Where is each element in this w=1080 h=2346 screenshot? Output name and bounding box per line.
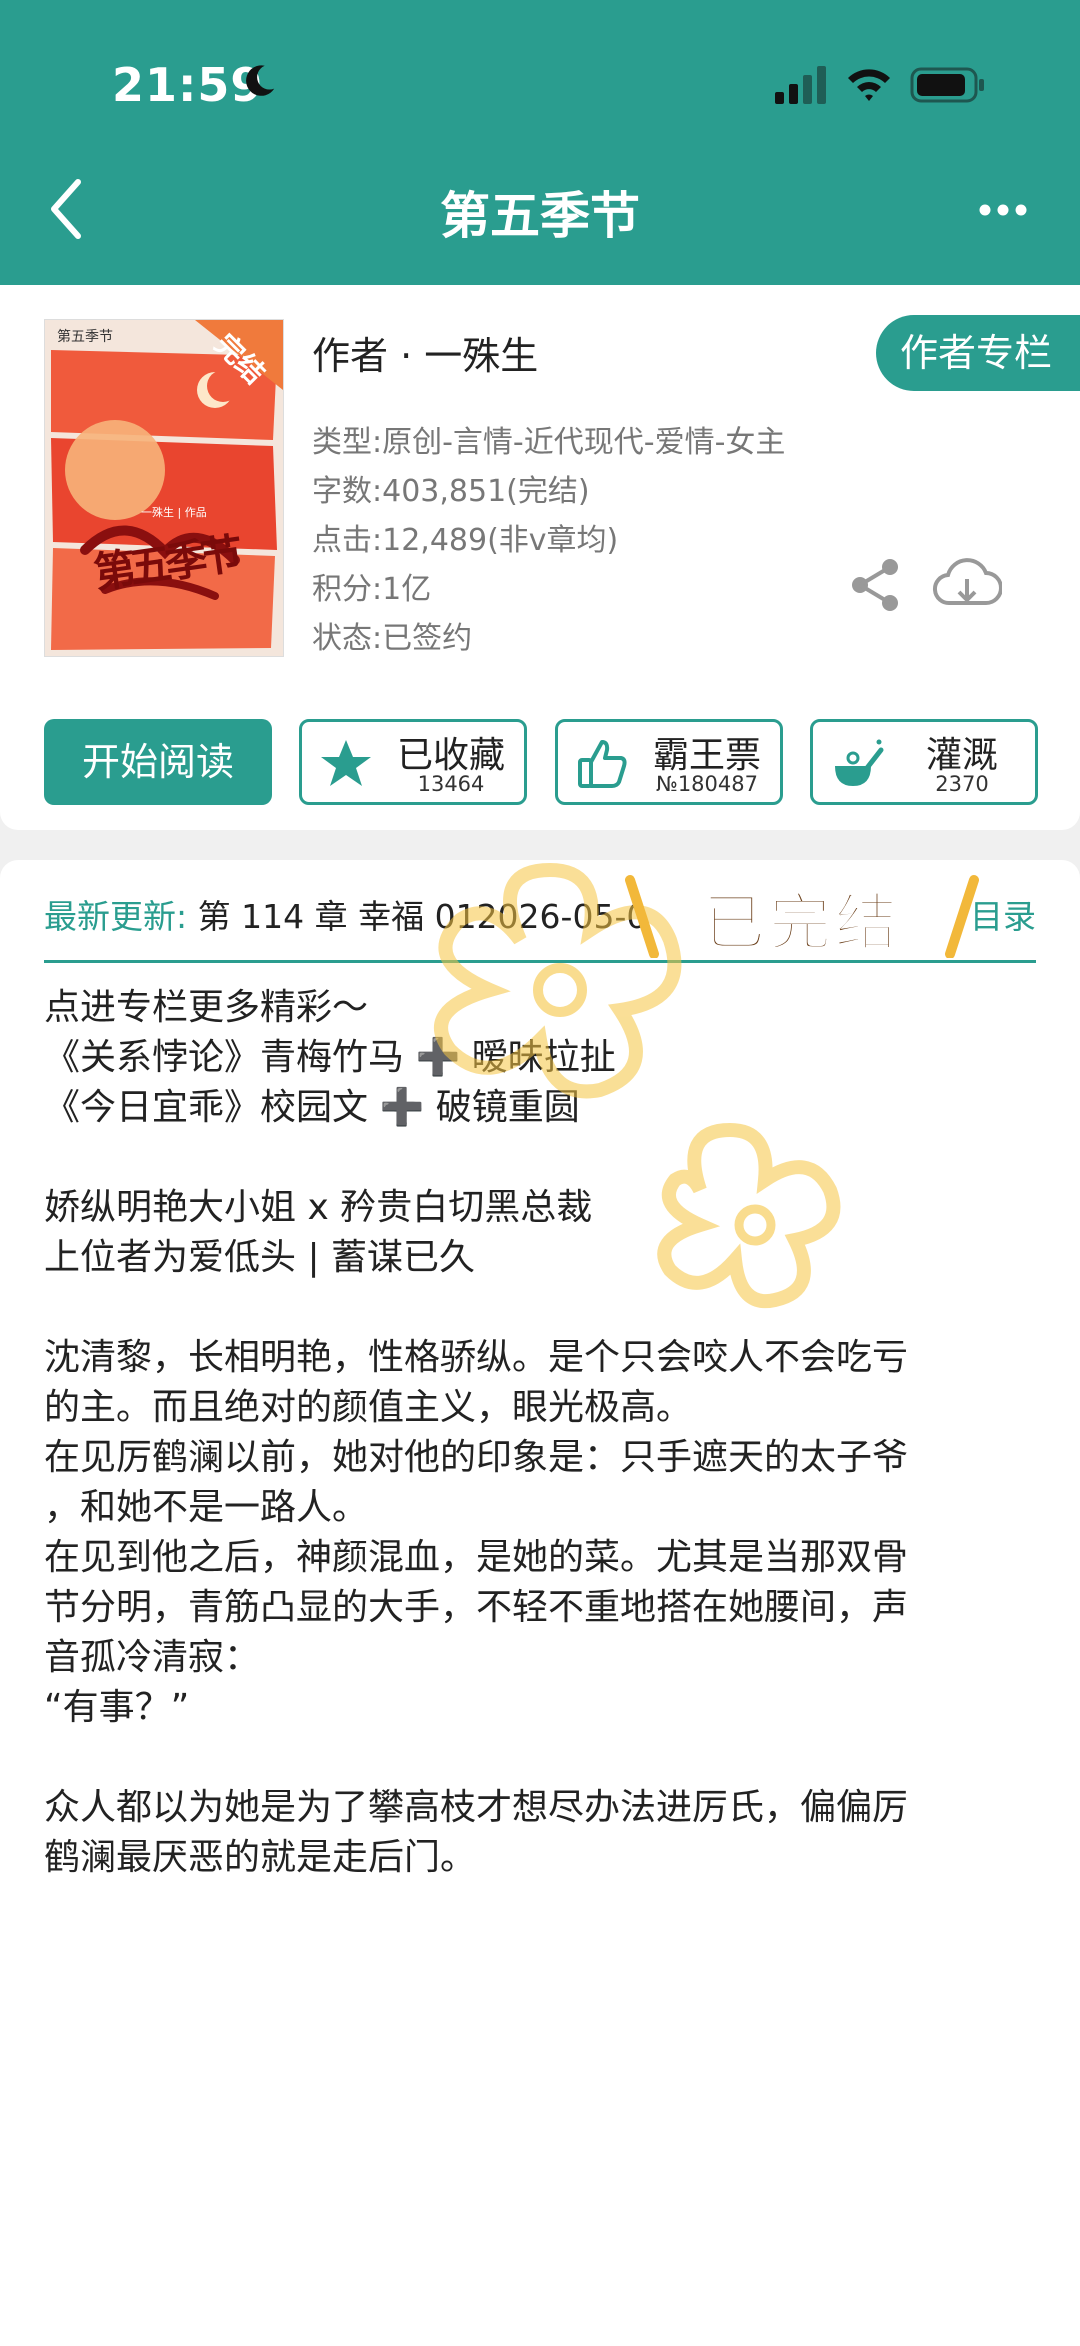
share-icon[interactable] — [848, 557, 904, 613]
description-card: 最新更新: 第 114 章 幸福 012026-05-0 目录 点进专栏更多精彩… — [0, 860, 1080, 2346]
book-type: 类型:原创-言情-近代现代-爱情-女主 — [312, 425, 786, 460]
description-line: 《关系悖论》青梅竹马 ➕ 暧昧拉扯 — [44, 1037, 616, 1078]
thumbs-up-icon — [578, 740, 627, 788]
cloud-download-icon[interactable] — [932, 557, 1002, 613]
book-clicks: 点击:12,489(非v章均) — [312, 523, 619, 558]
water-button[interactable]: 灌溉 2370 — [810, 719, 1038, 805]
description-line: 点进专栏更多精彩～ — [44, 987, 369, 1028]
favorite-count: 13464 — [417, 772, 485, 796]
description-line: 节分明，青筋凸显的大手，不轻不重地搭在她腰间，声 — [44, 1587, 909, 1628]
wifi-icon — [848, 69, 890, 101]
book-info-card: 第五季节 一殊生 | 作品 第五季节 完结 作者 · 一殊生 作者专栏 类型:原… — [0, 285, 1080, 830]
favorite-label: 已收藏 — [396, 735, 505, 776]
water-count: 2370 — [935, 772, 989, 796]
ticket-label: 霸王票 — [652, 735, 761, 776]
ticket-button[interactable]: 霸王票 №180487 — [555, 719, 783, 805]
description-line: ，和她不是一路人。 — [44, 1487, 369, 1528]
signal-icon — [775, 66, 826, 104]
author-name[interactable]: 作者 · 一殊生 — [312, 325, 538, 380]
description-line: “有事？” — [44, 1687, 190, 1728]
description-line: 上位者为爱低头 | 蓄谋已久 — [44, 1237, 476, 1278]
watering-can-icon — [835, 739, 884, 786]
description-line: 的主。而且绝对的颜值主义，眼光极高。 — [44, 1387, 693, 1428]
star-icon — [321, 740, 371, 786]
description-line: 娇纵明艳大小姐 x 矜贵白切黑总裁 — [44, 1187, 593, 1228]
ticket-count: №180487 — [655, 772, 758, 796]
app-header: 21:59 第五季节 — [0, 0, 1080, 285]
start-reading-button[interactable]: 开始阅读 — [44, 719, 272, 805]
book-cover[interactable]: 第五季节 一殊生 | 作品 第五季节 完结 — [44, 319, 284, 657]
book-status: 状态:已签约 — [312, 621, 473, 656]
description-line: 沈清黎，长相明艳，性格骄纵。是个只会咬人不会吃亏 — [44, 1337, 909, 1378]
author-column-button[interactable]: 作者专栏 — [876, 315, 1080, 391]
book-words: 字数:403,851(完结) — [312, 474, 590, 509]
favorite-button[interactable]: 已收藏 13464 — [299, 719, 527, 805]
battery-icon — [910, 67, 984, 103]
description-line: 在见厉鹤澜以前，她对他的印象是：只手遮天的太子爷 — [44, 1437, 909, 1478]
latest-update-label: 最新更新: — [44, 897, 188, 936]
more-icon[interactable] — [978, 196, 1028, 224]
description-line: 在见到他之后，神颜混血，是她的菜。尤其是当那双骨 — [44, 1537, 909, 1578]
moon-icon — [246, 65, 275, 96]
cover-author: 一殊生 | 作品 — [141, 506, 207, 519]
page-title: 第五季节 — [440, 187, 640, 245]
book-points: 积分:1亿 — [312, 572, 432, 607]
description-line: 音孤冷清寂： — [44, 1637, 261, 1678]
cover-title: 第五季节 — [57, 329, 113, 345]
latest-update-text: 第 114 章 幸福 012026-05-0 — [197, 897, 648, 936]
description-line: 众人都以为她是为了攀高枝才想尽办法进厉氏，偏偏厉 — [44, 1787, 909, 1828]
completed-sticker-label: 已完结 — [612, 868, 992, 960]
water-label: 灌溉 — [925, 735, 998, 776]
description-line: 《今日宜乖》校园文 ➕ 破镜重圆 — [44, 1087, 580, 1128]
completed-sticker-text: 已完结 — [702, 885, 901, 960]
description-line: 鹤澜最厌恶的就是走后门。 — [44, 1837, 477, 1878]
